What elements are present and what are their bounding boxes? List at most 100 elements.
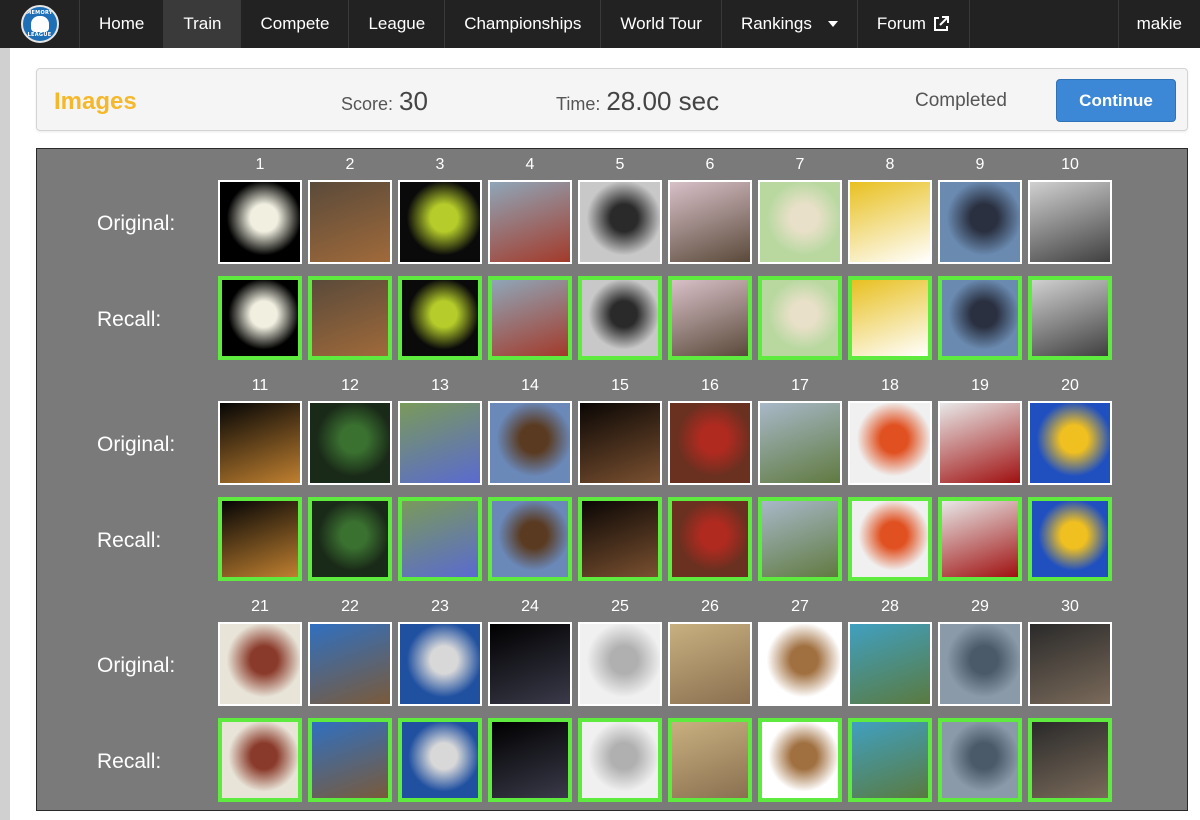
recall-row-label: Recall:	[97, 529, 162, 552]
image-number: 19	[971, 377, 989, 394]
recall-image-6[interactable]	[668, 276, 752, 360]
recall-image-4[interactable]	[488, 276, 572, 360]
recall-image-11[interactable]	[218, 497, 302, 581]
original-image-18	[848, 401, 932, 485]
nav-label: League	[368, 14, 426, 33]
username: makie	[1136, 14, 1182, 33]
recall-image-25[interactable]	[578, 718, 662, 802]
recall-image-15[interactable]	[578, 497, 662, 581]
original-image-13	[398, 401, 482, 485]
recall-image-14[interactable]	[488, 497, 572, 581]
image-thumbnail	[852, 280, 928, 356]
recall-image-21[interactable]	[218, 718, 302, 802]
image-thumbnail	[220, 403, 300, 483]
recall-image-13[interactable]	[398, 497, 482, 581]
nav-train[interactable]: Train	[164, 0, 242, 48]
recall-image-8[interactable]	[848, 276, 932, 360]
nav-compete[interactable]: Compete	[241, 0, 350, 48]
nav-championships[interactable]: Championships	[445, 0, 602, 48]
image-number: 29	[971, 598, 989, 615]
original-image-12	[308, 401, 392, 485]
original-image-8	[848, 180, 932, 264]
image-thumbnail	[222, 280, 298, 356]
recall-image-3[interactable]	[398, 276, 482, 360]
memory-league-logo[interactable]: MEMORY LEAGUE	[0, 0, 80, 48]
recall-image-29[interactable]	[938, 718, 1022, 802]
image-thumbnail	[1030, 182, 1110, 262]
image-number: 2	[345, 156, 355, 173]
original-image-26	[668, 622, 752, 706]
recall-image-18[interactable]	[848, 497, 932, 581]
recall-image-9[interactable]	[938, 276, 1022, 360]
image-number: 16	[701, 377, 719, 394]
top-navbar: MEMORY LEAGUE Home Train Compete League …	[0, 0, 1200, 48]
score-display: Score: 30	[341, 86, 428, 117]
elephant-icon	[30, 16, 49, 32]
original-image-5	[578, 180, 662, 264]
original-image-11	[218, 401, 302, 485]
original-image-29	[938, 622, 1022, 706]
image-number: 22	[341, 598, 359, 615]
image-thumbnail	[942, 501, 1018, 577]
image-grid-area: Original: Recall: 1 2 3 4 5 6 7 8 9 10 Original: Reca…	[36, 148, 1188, 811]
recall-image-27[interactable]	[758, 718, 842, 802]
original-image-10	[1028, 180, 1112, 264]
nav-label: Train	[183, 14, 222, 33]
continue-button[interactable]: Continue	[1056, 79, 1176, 122]
image-number: 7	[795, 156, 805, 173]
recall-image-20[interactable]	[1028, 497, 1112, 581]
nav-home[interactable]: Home	[80, 0, 165, 48]
image-number: 4	[525, 156, 535, 173]
recall-image-19[interactable]	[938, 497, 1022, 581]
image-thumbnail	[312, 280, 388, 356]
user-menu[interactable]: makie	[1117, 0, 1200, 48]
image-number: 14	[521, 377, 539, 394]
image-thumbnail	[1032, 722, 1108, 798]
original-image-14	[488, 401, 572, 485]
recall-image-5[interactable]	[578, 276, 662, 360]
recall-image-28[interactable]	[848, 718, 932, 802]
image-number: 1	[255, 156, 265, 173]
image-thumbnail	[492, 501, 568, 577]
original-image-21	[218, 622, 302, 706]
recall-image-1[interactable]	[218, 276, 302, 360]
image-thumbnail	[402, 722, 478, 798]
original-image-2	[308, 180, 392, 264]
logo-text-top: MEMORY	[26, 10, 53, 16]
image-thumbnail	[402, 501, 478, 577]
image-thumbnail	[672, 501, 748, 577]
image-thumbnail	[582, 722, 658, 798]
recall-row-label: Recall:	[97, 308, 162, 331]
image-thumbnail	[850, 624, 930, 704]
image-thumbnail	[940, 182, 1020, 262]
recall-image-7[interactable]	[758, 276, 842, 360]
recall-image-12[interactable]	[308, 497, 392, 581]
nav-league[interactable]: League	[349, 0, 446, 48]
nav-rankings-dropdown[interactable]: Rankings	[722, 0, 858, 48]
recall-image-24[interactable]	[488, 718, 572, 802]
recall-image-16[interactable]	[668, 497, 752, 581]
image-thumbnail	[670, 624, 750, 704]
image-thumbnail	[762, 501, 838, 577]
nav-label: Forum	[876, 14, 926, 33]
time-display: Time: 28.00 sec	[556, 86, 719, 117]
nav-forum[interactable]: Forum	[858, 0, 970, 48]
recall-image-17[interactable]	[758, 497, 842, 581]
image-number: 30	[1061, 598, 1079, 615]
left-scroll-gutter	[0, 48, 10, 820]
recall-row-label: Recall:	[97, 750, 162, 773]
image-thumbnail	[670, 182, 750, 262]
nav-world-tour[interactable]: World Tour	[601, 0, 722, 48]
image-number: 23	[431, 598, 449, 615]
recall-image-2[interactable]	[308, 276, 392, 360]
image-thumbnail	[1032, 280, 1108, 356]
image-thumbnail	[580, 403, 660, 483]
recall-image-23[interactable]	[398, 718, 482, 802]
image-thumbnail	[492, 722, 568, 798]
recall-image-10[interactable]	[1028, 276, 1112, 360]
recall-image-30[interactable]	[1028, 718, 1112, 802]
recall-image-22[interactable]	[308, 718, 392, 802]
recall-image-26[interactable]	[668, 718, 752, 802]
image-thumbnail	[400, 624, 480, 704]
original-image-16	[668, 401, 752, 485]
